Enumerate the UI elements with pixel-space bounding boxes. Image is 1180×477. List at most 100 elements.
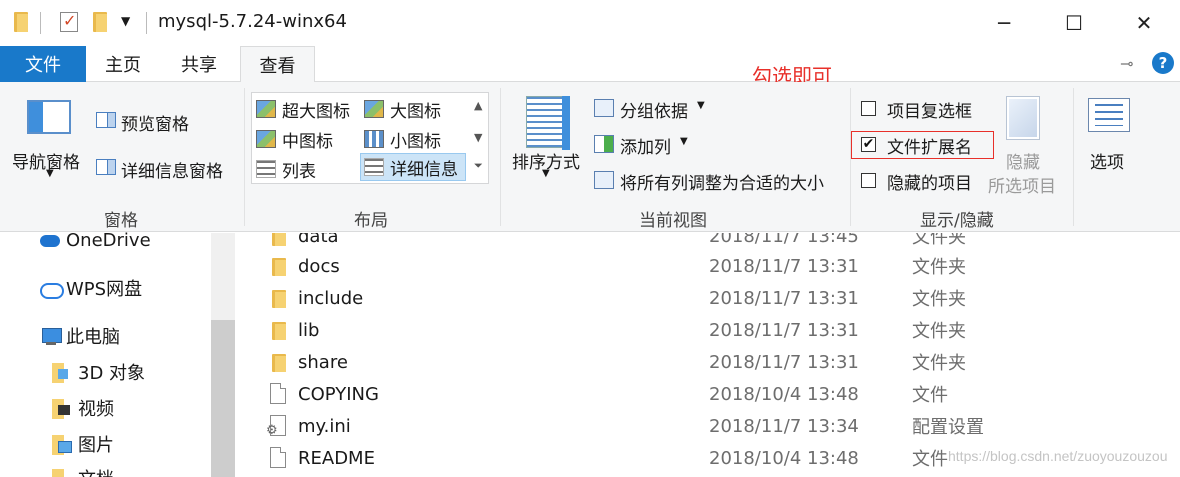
table-row[interactable]: lib 2018/11/7 13:31 文件夹 [236, 314, 1180, 346]
tab-home[interactable]: 主页 [92, 46, 154, 82]
navigation-pane-dropdown-icon[interactable]: ▼ [46, 168, 54, 179]
ribbon-view-panel: 导航窗格 ▼ 预览窗格 详细信息窗格 窗格 超大图标 大图标 中图标 小图标 列… [0, 82, 1180, 232]
file-name: docs [298, 255, 340, 277]
file-type: 文件夹 [912, 353, 966, 374]
table-row[interactable]: my.ini 2018/11/7 13:34 配置设置 [236, 410, 1180, 442]
group-by-button[interactable]: 分组依据 [620, 97, 688, 122]
qat-dropdown-icon[interactable]: ▼ [121, 14, 130, 28]
group-label-layout: 布局 [354, 211, 388, 231]
hide-selected-icon [1006, 96, 1040, 140]
file-date: 2018/11/7 13:31 [709, 319, 859, 341]
nav-item-3d-objects[interactable]: 3D 对象 [50, 358, 145, 386]
wps-cloud-icon [38, 279, 64, 299]
gallery-expand-icon[interactable]: ⏷ [474, 159, 483, 173]
computer-icon [38, 327, 62, 345]
extra-large-icons-icon [256, 100, 276, 118]
folder-icon [272, 233, 286, 246]
layout-list[interactable]: 列表 [256, 155, 316, 183]
folder-icon [272, 354, 286, 372]
group-by-dropdown-icon[interactable]: ▼ [697, 100, 705, 111]
options-icon [1088, 98, 1130, 132]
file-type: 文件 [912, 449, 948, 470]
new-folder-icon[interactable] [93, 12, 107, 32]
file-name: COPYING [298, 383, 379, 405]
hide-selected-label-line2: 所选项目 [988, 177, 1056, 197]
size-all-columns-button[interactable]: 将所有列调整为合适的大小 [620, 169, 824, 194]
details-icon [364, 158, 384, 176]
file-name: README [298, 447, 375, 469]
add-columns-dropdown-icon[interactable]: ▼ [680, 136, 688, 147]
layout-large-icons[interactable]: 大图标 [364, 95, 441, 123]
annotation-highlight-box [851, 131, 994, 159]
add-columns-button[interactable]: 添加列 [620, 133, 671, 158]
layout-medium-icons[interactable]: 中图标 [256, 125, 333, 153]
file-name: share [298, 351, 348, 373]
layout-small-icons[interactable]: 小图标 [364, 125, 441, 153]
medium-icons-icon [256, 130, 276, 148]
size-columns-icon [594, 171, 614, 189]
nav-item-this-pc[interactable]: 此电脑 [38, 322, 120, 350]
file-name: lib [298, 319, 320, 341]
onedrive-icon [38, 231, 62, 249]
tab-view[interactable]: 查看 [240, 46, 315, 83]
details-pane-button[interactable]: 详细信息窗格 [121, 157, 223, 182]
videos-icon [50, 399, 74, 419]
minimize-button[interactable]: ─ [984, 8, 1024, 38]
folder-icon [272, 258, 286, 276]
preview-pane-button[interactable]: 预览窗格 [121, 110, 189, 135]
table-row[interactable]: docs 2018/11/7 13:31 文件夹 [236, 250, 1180, 282]
pictures-icon [50, 435, 74, 455]
file-name: my.ini [298, 415, 351, 437]
navigation-pane [0, 233, 236, 477]
maximize-button[interactable]: ☐ [1054, 8, 1094, 38]
file-date: 2018/11/7 13:31 [709, 287, 859, 309]
table-row[interactable]: share 2018/11/7 13:31 文件夹 [236, 346, 1180, 378]
layout-gallery: 超大图标 大图标 中图标 小图标 列表 详细信息 ▲ ▼ ⏷ [251, 92, 489, 184]
nav-item-onedrive[interactable]: OneDrive [38, 226, 151, 254]
file-date: 2018/11/7 13:31 [709, 351, 859, 373]
details-pane-icon [96, 159, 116, 175]
group-separator [244, 88, 245, 226]
layout-details[interactable]: 详细信息 [360, 153, 466, 181]
preview-pane-icon [96, 112, 116, 128]
file-date: 2018/11/7 13:34 [709, 415, 859, 437]
item-checkboxes-label[interactable]: 项目复选框 [887, 97, 972, 122]
sort-arrow-icon [562, 96, 570, 150]
layout-extra-large-icons[interactable]: 超大图标 [256, 95, 350, 123]
tab-share[interactable]: 共享 [168, 46, 230, 82]
nav-item-wps-drive[interactable]: WPS网盘 [38, 274, 142, 302]
options-button[interactable]: 选项 [1090, 148, 1124, 173]
nav-item-videos[interactable]: 视频 [50, 394, 114, 422]
file-type: 文件 [912, 385, 948, 406]
file-date: 2018/11/7 13:31 [709, 255, 859, 277]
nav-item-pictures[interactable]: 图片 [50, 430, 114, 458]
item-checkboxes-checkbox[interactable] [861, 101, 876, 116]
nav-scrollbar-thumb[interactable] [211, 320, 235, 477]
folder-icon [272, 322, 286, 340]
properties-icon[interactable] [60, 11, 78, 32]
hidden-items-label[interactable]: 隐藏的项目 [887, 169, 972, 194]
documents-icon [50, 469, 74, 477]
watermark-text: https://blog.csdn.net/zuoyouzouzou [948, 448, 1168, 464]
folder-app-icon [14, 12, 28, 32]
pin-ribbon-icon[interactable]: ⊸ [1120, 54, 1133, 73]
sort-by-dropdown-icon[interactable]: ▼ [542, 168, 550, 179]
nav-item-documents[interactable]: 文档 [50, 464, 114, 477]
help-icon[interactable]: ? [1152, 52, 1174, 74]
group-separator [1073, 88, 1074, 226]
list-icon [256, 160, 276, 178]
file-type: 配置设置 [912, 417, 984, 438]
gallery-scroll-up-icon[interactable]: ▲ [474, 99, 482, 112]
tab-file[interactable]: 文件 [0, 46, 86, 82]
close-button[interactable]: ✕ [1124, 8, 1164, 38]
qat-separator [146, 12, 147, 34]
table-row[interactable]: include 2018/11/7 13:31 文件夹 [236, 282, 1180, 314]
add-columns-icon [594, 135, 614, 153]
file-date: 2018/10/4 13:48 [709, 447, 859, 469]
file-list: data 2018/11/7 13:45 文件夹 docs 2018/11/7 … [236, 233, 1180, 477]
file-icon [270, 383, 286, 404]
table-row[interactable]: COPYING 2018/10/4 13:48 文件 [236, 378, 1180, 410]
config-file-icon [266, 415, 286, 438]
gallery-scroll-down-icon[interactable]: ▼ [474, 131, 482, 144]
hidden-items-checkbox[interactable] [861, 173, 876, 188]
